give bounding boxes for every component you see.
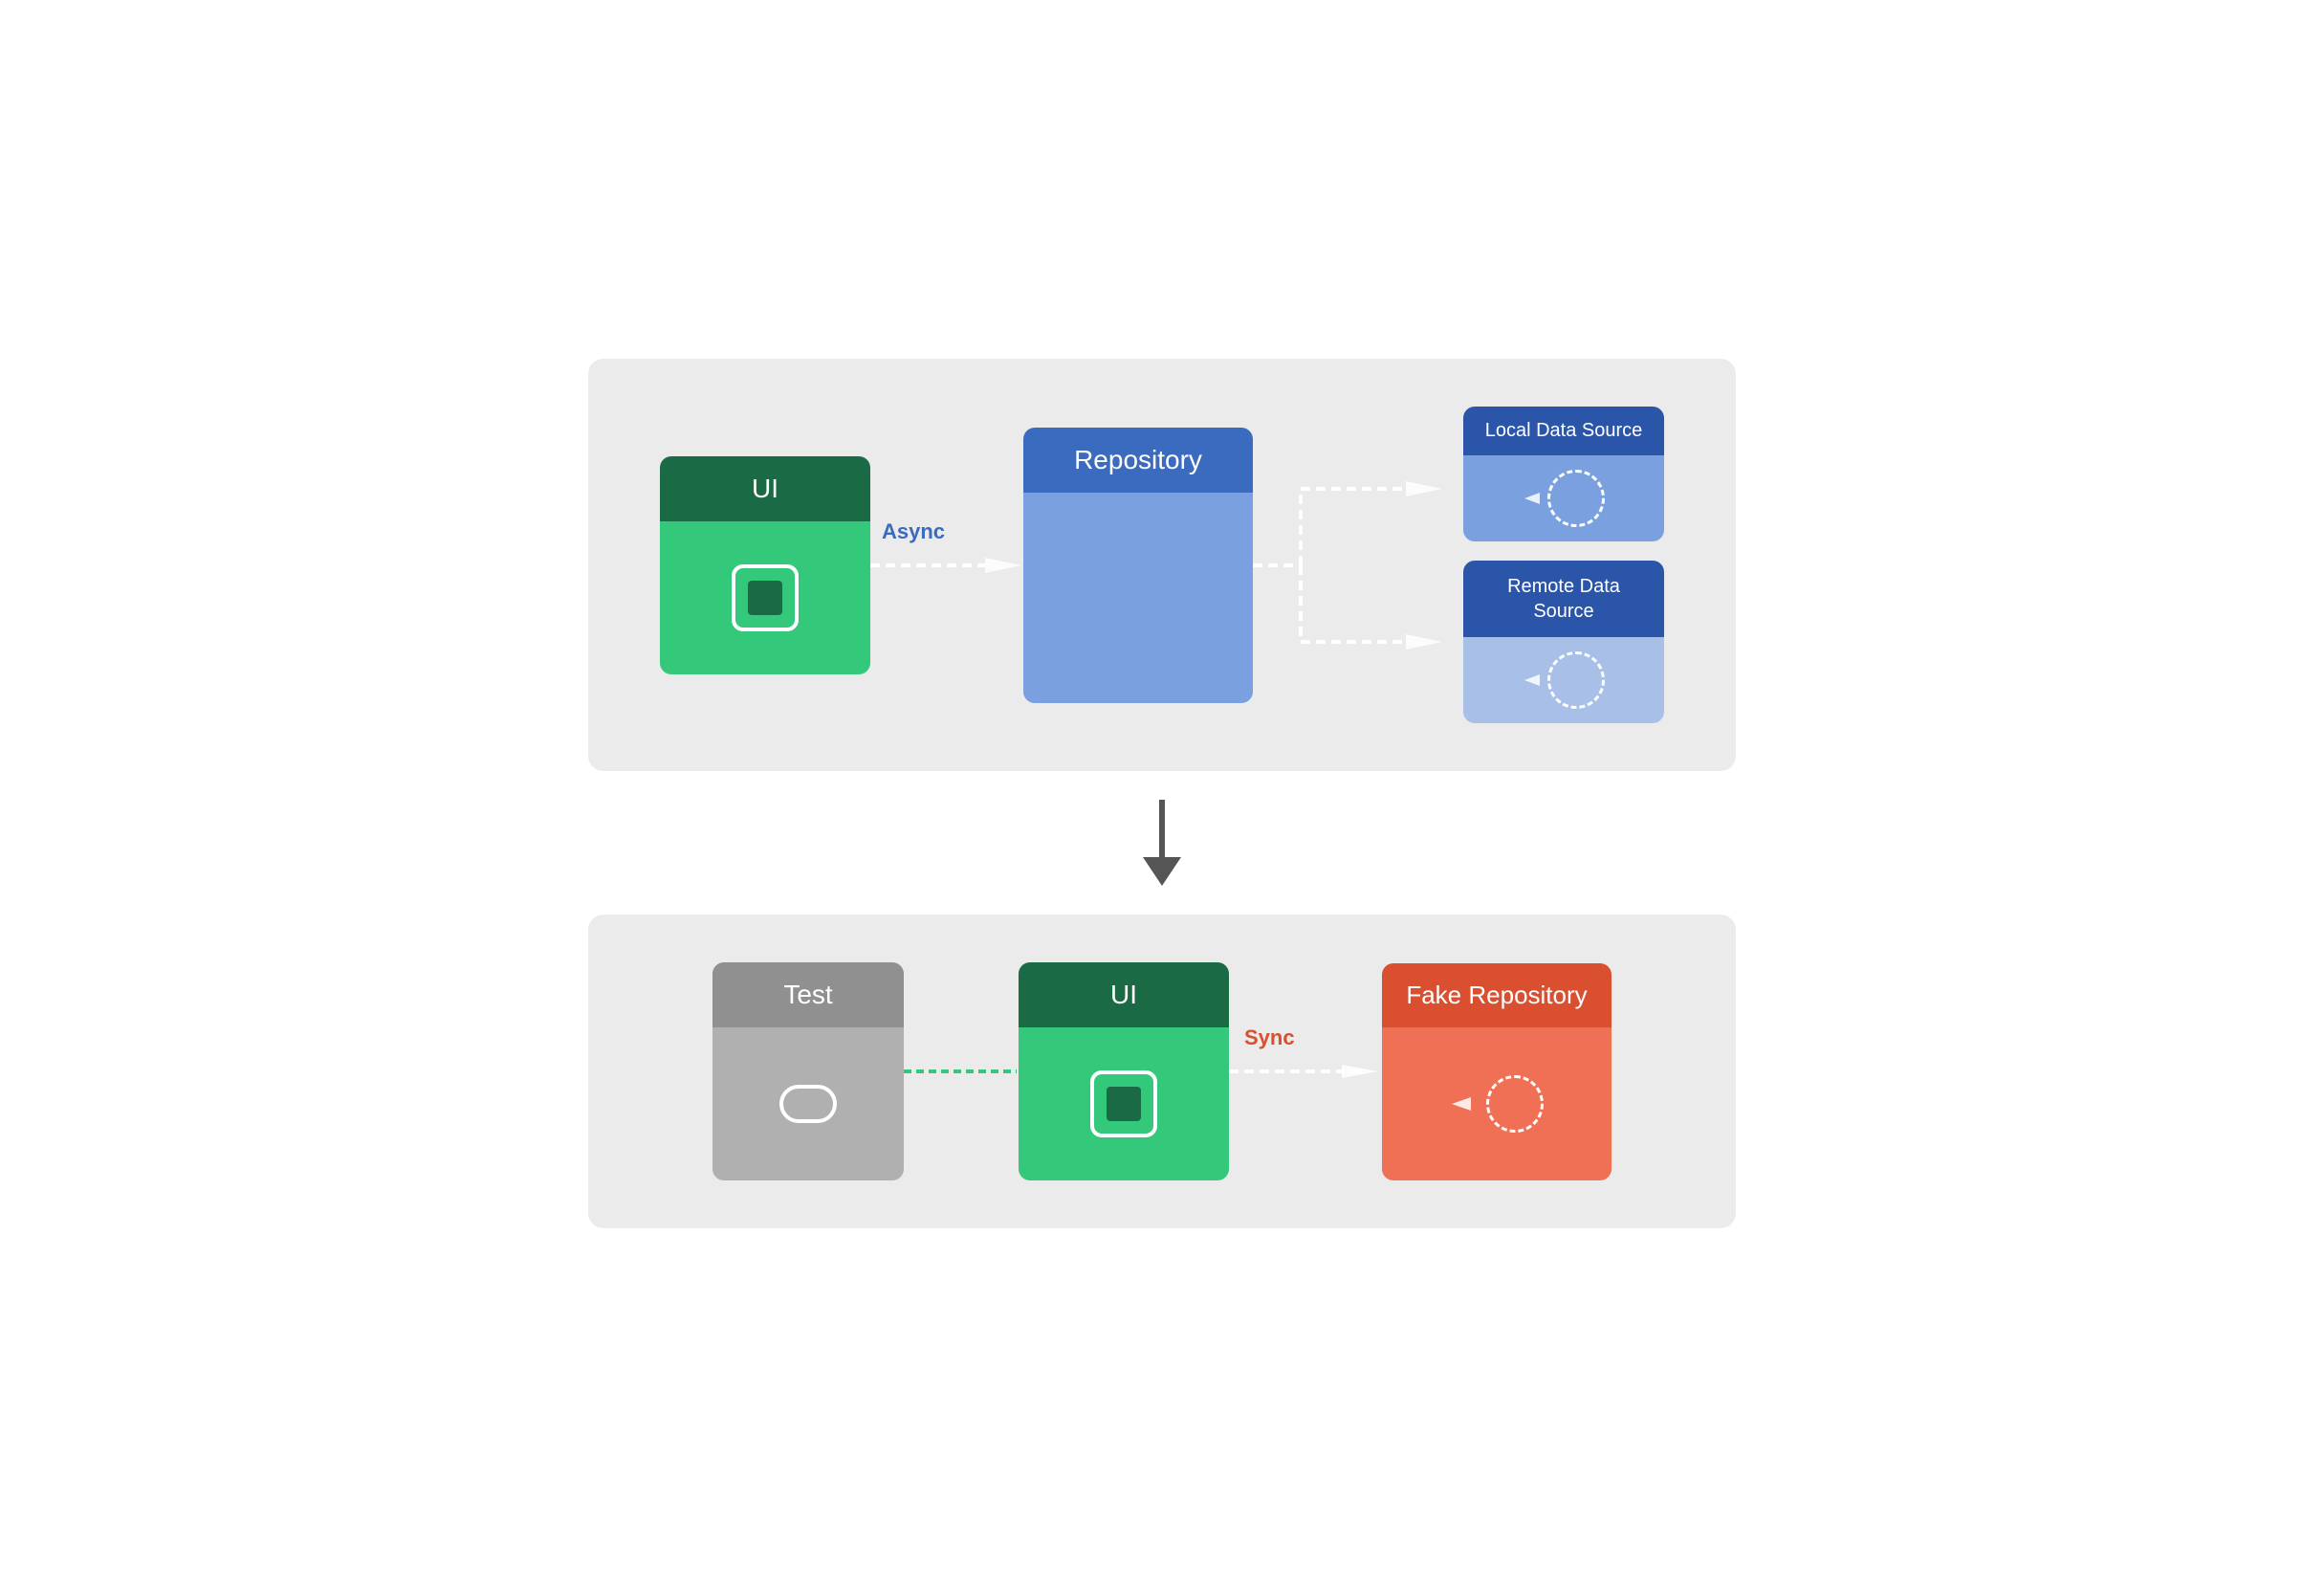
ui-box-bottom: UI — [1019, 962, 1229, 1180]
arrow-down — [1143, 800, 1181, 886]
arrow-down-container — [1143, 771, 1181, 915]
local-ds-circle — [1547, 470, 1605, 527]
test-body — [713, 1027, 904, 1180]
local-ds-label: Local Data Source — [1463, 407, 1664, 455]
repo-body-top — [1023, 493, 1253, 703]
ui-square-inner-bottom — [1107, 1087, 1141, 1121]
left-arrow-remote — [1523, 671, 1542, 690]
ui-label-bottom: UI — [1019, 962, 1229, 1027]
sync-label: Sync — [1244, 1025, 1295, 1050]
left-arrow-local — [1523, 489, 1542, 508]
ui-square-inner — [748, 581, 782, 615]
test-ui-connector — [904, 1062, 1019, 1081]
fake-repo-circle — [1486, 1075, 1544, 1133]
local-ds-box: Local Data Source — [1463, 407, 1664, 541]
main-container: UI Async Repository — [588, 359, 1736, 1228]
remote-ds-circle — [1547, 651, 1605, 709]
test-box: Test — [713, 962, 904, 1180]
async-label: Async — [882, 519, 945, 544]
remote-ds-body — [1463, 637, 1664, 723]
fake-repo-body — [1382, 1027, 1611, 1180]
test-label: Test — [713, 962, 904, 1027]
async-connector-svg — [870, 556, 1023, 575]
ui-fakerepo-connector: Sync — [1229, 1062, 1382, 1081]
test-capsule — [779, 1085, 837, 1123]
ui-label-top: UI — [660, 456, 870, 521]
local-ds-body — [1463, 455, 1664, 541]
ui-box-top: UI — [660, 456, 870, 674]
repo-box-top: Repository — [1023, 428, 1253, 703]
arrow-head — [1143, 857, 1181, 886]
ui-body-top — [660, 521, 870, 674]
bottom-diagram: Test UI — [588, 915, 1736, 1228]
fake-repo-label: Fake Repository — [1382, 963, 1611, 1027]
test-ui-svg — [904, 1062, 1019, 1081]
remote-ds-label: Remote DataSource — [1463, 561, 1664, 637]
ui-square-outer-bottom — [1090, 1070, 1157, 1137]
data-sources-group: Local Data Source Remote DataSource — [1463, 407, 1664, 723]
fork-connector-area — [1253, 431, 1444, 699]
remote-ds-box: Remote DataSource — [1463, 561, 1664, 723]
left-arrow-fake-repo — [1450, 1092, 1473, 1115]
fork-svg — [1253, 431, 1444, 699]
ui-square-outer — [732, 564, 799, 631]
repo-label-top: Repository — [1023, 428, 1253, 493]
top-diagram: UI Async Repository — [588, 359, 1736, 771]
ui-body-bottom — [1019, 1027, 1229, 1180]
fake-repo-box: Fake Repository — [1382, 963, 1611, 1180]
sync-connector-svg — [1229, 1062, 1382, 1081]
arrow-shaft — [1159, 800, 1165, 857]
